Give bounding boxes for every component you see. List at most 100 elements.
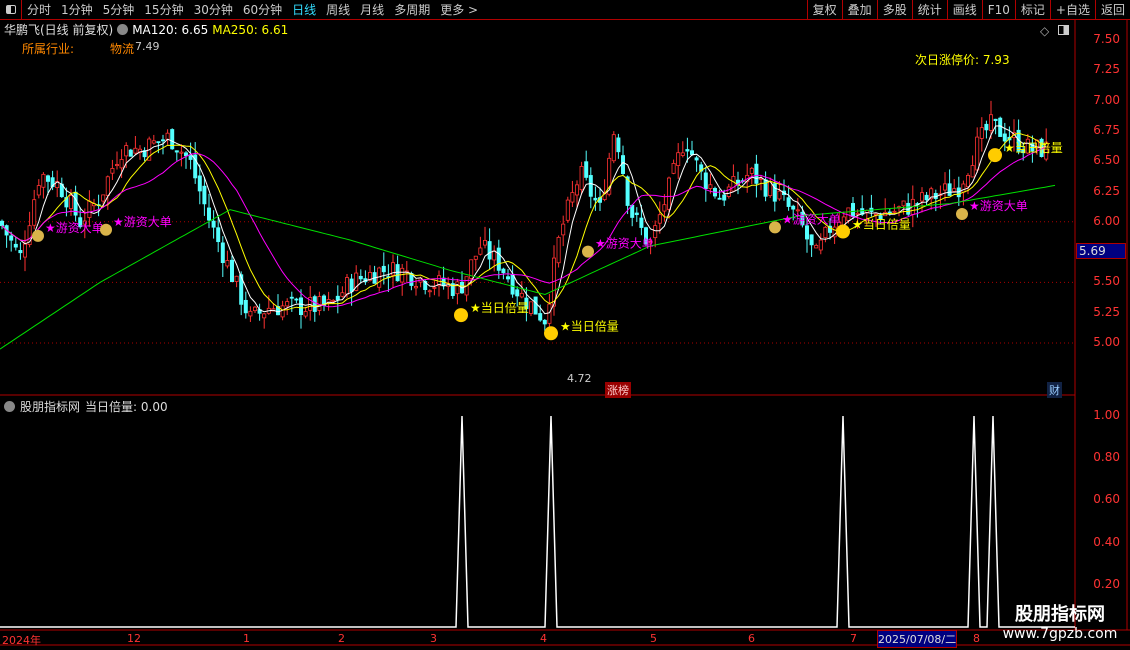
candle-body <box>777 190 782 200</box>
candle-body <box>262 313 267 319</box>
big-money-signal: ★游资大单 <box>595 237 654 251</box>
candle-body <box>575 184 580 196</box>
candle-body <box>690 150 695 155</box>
candle-body <box>298 297 303 316</box>
candle-body <box>133 147 138 154</box>
candle-body <box>41 173 46 188</box>
ma250-line <box>0 184 1056 350</box>
indicator-value: 当日倍量: 0.00 <box>85 400 168 414</box>
candle-body <box>851 203 856 217</box>
diamond-icon[interactable]: ◇ <box>1040 24 1049 38</box>
candle-body <box>726 186 731 197</box>
date-tick: 4 <box>540 632 547 645</box>
candle-body <box>188 155 193 160</box>
big-money-signal: ★游资大单 <box>113 215 172 229</box>
dropdown-icon[interactable] <box>4 401 15 412</box>
candle-body <box>667 177 672 210</box>
candle-body <box>616 137 621 153</box>
candle-body <box>22 243 27 258</box>
candle-body <box>381 265 386 273</box>
double-volume-signal: ★当日倍量 <box>1004 140 1063 155</box>
candle-body <box>432 286 437 289</box>
indicator-title: 股朋指标网 <box>20 400 81 414</box>
candle-body <box>823 226 828 238</box>
double-volume-signal: ★当日倍量 <box>852 216 911 231</box>
candle-body <box>731 176 736 192</box>
zhangbang-badge[interactable]: 涨榜 <box>605 382 631 398</box>
candle-body <box>519 292 524 298</box>
finance-badge[interactable]: 财 <box>1047 382 1062 398</box>
money-bag-icon <box>956 208 968 221</box>
candle-body <box>18 250 23 254</box>
candle-body <box>487 241 492 260</box>
candle-body <box>717 197 722 200</box>
date-tick: 2024年 <box>2 634 41 647</box>
candle-body <box>809 234 814 246</box>
candle-body <box>565 199 570 221</box>
candle-body <box>115 164 120 167</box>
candle-body <box>105 176 110 196</box>
price-tick: 5.25 <box>1093 304 1120 319</box>
candle-body <box>952 188 957 192</box>
candle-body <box>538 313 543 321</box>
candle-body <box>547 303 552 324</box>
candle-body <box>165 132 170 140</box>
candle-body <box>220 242 225 264</box>
candle-body <box>303 311 308 317</box>
smiley-icon <box>988 148 1002 163</box>
candle-body <box>630 204 635 218</box>
candle-body <box>101 194 106 202</box>
big-money-signal: ★游资大单 <box>969 199 1028 213</box>
candle-body <box>312 296 317 312</box>
candle-body <box>943 183 948 191</box>
candle-body <box>625 176 630 206</box>
candle-body <box>533 296 538 315</box>
date-tick: 2 <box>338 632 345 645</box>
candle-body <box>671 162 676 174</box>
candle-body <box>156 141 161 144</box>
candle-body <box>694 157 699 161</box>
candle-body <box>206 207 211 221</box>
price-tick: 7.00 <box>1093 92 1120 107</box>
candle-body <box>335 295 340 301</box>
money-bag-icon <box>582 245 594 258</box>
candle-body <box>183 152 188 157</box>
panel-toggle-icon[interactable] <box>1058 25 1069 35</box>
indicator-tick: 1.00 <box>1093 408 1120 422</box>
money-bag-icon <box>100 223 112 236</box>
candle-body <box>179 151 184 154</box>
candle-body <box>979 127 984 139</box>
candle-body <box>676 152 681 166</box>
watermark-url: www.7gpzb.com <box>1002 626 1118 642</box>
candle-body <box>216 227 221 243</box>
candle-body <box>814 244 819 249</box>
candle-body <box>685 149 690 152</box>
candle-body <box>501 268 506 274</box>
indicator-header: 股朋指标网 当日倍量: 0.00 <box>4 398 168 415</box>
high-price-label: 7.49 <box>135 40 160 53</box>
candle-body <box>970 165 975 178</box>
candle-body <box>542 319 547 325</box>
price-tick: 6.75 <box>1093 122 1120 137</box>
candle-body <box>754 163 759 184</box>
candle-body <box>653 225 658 239</box>
candle-body <box>280 305 285 318</box>
current-price-tag: 5.69 <box>1076 243 1126 259</box>
candle-body <box>496 247 501 271</box>
candle-body <box>818 239 823 251</box>
smiley-icon <box>544 326 558 341</box>
indicator-tick: 0.80 <box>1093 450 1120 465</box>
candle-body <box>634 212 639 216</box>
candle-body <box>243 299 248 314</box>
candle-body <box>294 298 299 301</box>
price-tick: 5.50 <box>1093 274 1120 289</box>
candle-body <box>478 247 483 255</box>
candle-body <box>657 214 662 224</box>
candle-body <box>229 259 234 283</box>
candle-body <box>920 192 925 202</box>
candle-body <box>248 310 253 317</box>
candle-body <box>473 255 478 260</box>
price-chart[interactable]: ★游资大单 ★游资大单 ★游资大单 ★游资大单 ★游资大单 ★当日倍量 ★当日倍量 ★当日倍量… <box>0 0 1130 650</box>
candle-body <box>561 223 566 236</box>
smiley-icon <box>454 308 468 323</box>
